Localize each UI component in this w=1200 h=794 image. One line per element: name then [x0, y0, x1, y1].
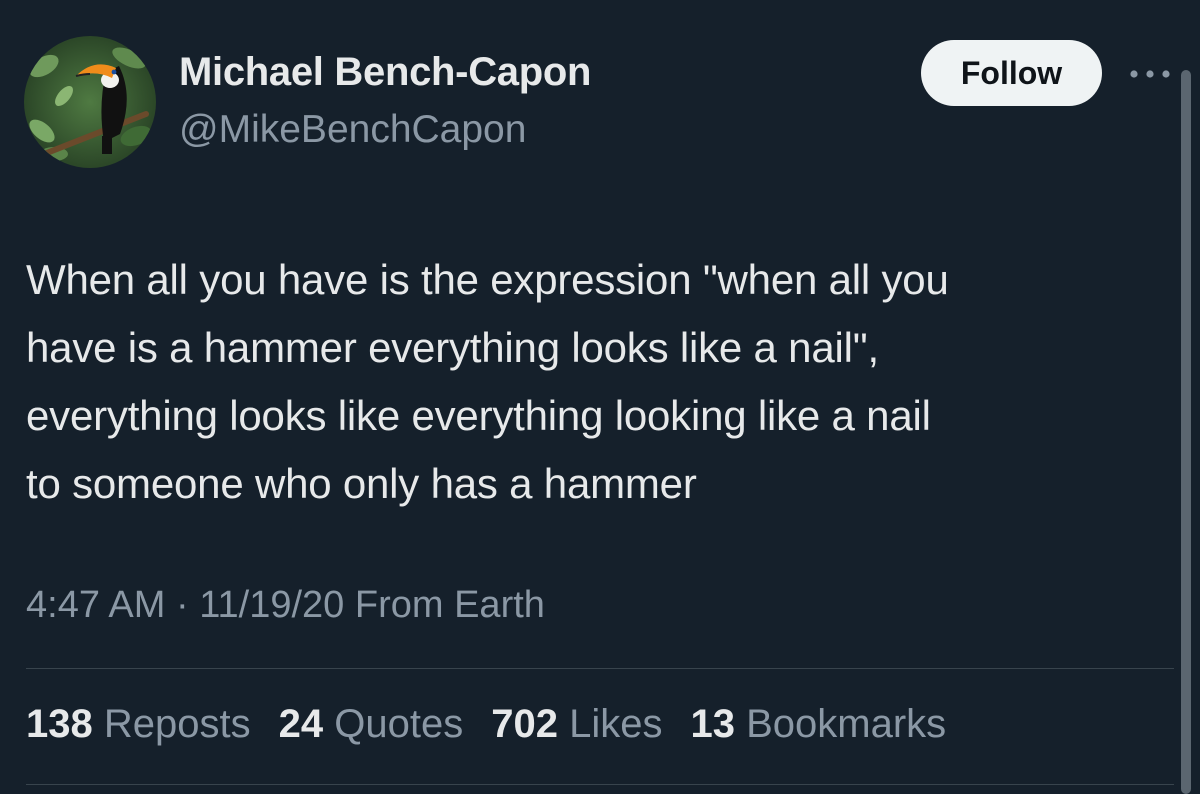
- tweet-time[interactable]: 4:47 AM: [26, 584, 165, 626]
- divider: [26, 784, 1174, 785]
- stat-likes[interactable]: 702 Likes: [491, 702, 662, 747]
- author-display-name[interactable]: Michael Bench-Capon: [179, 50, 591, 95]
- follow-button[interactable]: Follow: [921, 40, 1102, 106]
- stat-count: 138: [26, 702, 93, 746]
- tweet-text-line: have is a hammer everything looks like a…: [26, 324, 879, 371]
- stat-label: Likes: [569, 702, 663, 746]
- tweet-source: From Earth: [354, 584, 545, 626]
- tweet-text-line: everything looks like everything looking…: [26, 392, 931, 439]
- tweet-text-line: When all you have is the expression "whe…: [26, 256, 949, 303]
- author-handle[interactable]: @MikeBenchCapon: [179, 108, 526, 152]
- tweet-card: Michael Bench-Capon @MikeBenchCapon Foll…: [0, 0, 1200, 794]
- meta-separator: ·: [175, 584, 189, 626]
- tweet-date[interactable]: 11/19/20: [199, 584, 344, 626]
- engagement-stats: 138 Reposts 24 Quotes 702 Likes 13 Bookm…: [26, 702, 946, 747]
- stat-count: 24: [278, 702, 324, 746]
- avatar[interactable]: [24, 36, 156, 168]
- stat-label: Quotes: [334, 702, 464, 746]
- tweet-text-line: to someone who only has a hammer: [26, 460, 697, 507]
- stat-bookmarks[interactable]: 13 Bookmarks: [690, 702, 946, 747]
- stat-quotes[interactable]: 24 Quotes: [279, 702, 464, 747]
- stat-reposts[interactable]: 138 Reposts: [26, 702, 251, 747]
- divider: [26, 668, 1174, 669]
- tweet-text: When all you have is the expression "whe…: [26, 246, 1146, 518]
- stat-label: Bookmarks: [746, 702, 947, 746]
- stat-count: 702: [491, 702, 558, 746]
- scrollbar[interactable]: [1181, 70, 1191, 794]
- more-horizontal-icon[interactable]: [1128, 62, 1172, 86]
- tweet-meta: 4:47 AM · 11/19/20 From Earth: [26, 584, 545, 627]
- stat-count: 13: [690, 702, 735, 746]
- stat-label: Reposts: [103, 702, 251, 746]
- toucan-avatar-image: [24, 36, 156, 168]
